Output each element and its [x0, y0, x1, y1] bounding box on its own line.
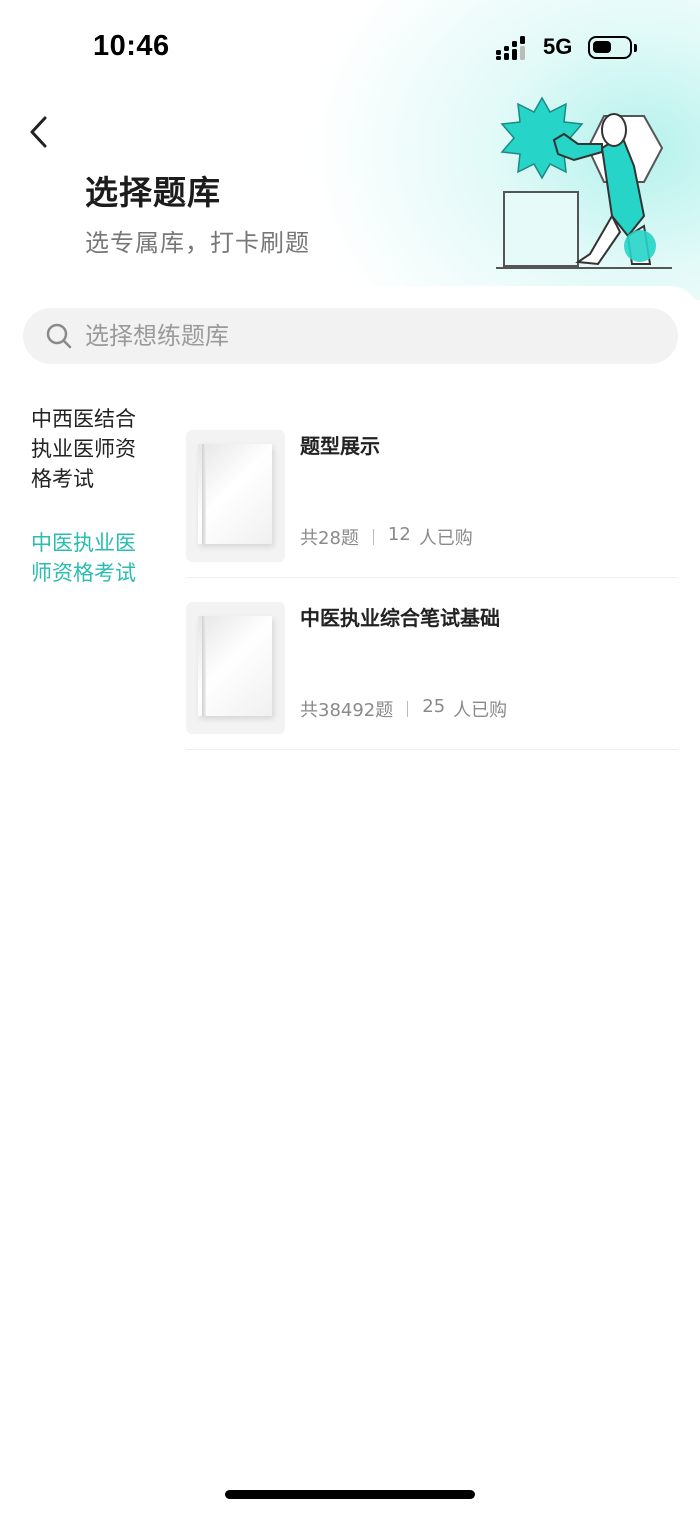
search-bar[interactable] — [23, 308, 678, 364]
list-item[interactable]: 中医执业综合笔试基础 共38492题 25 人已购 — [186, 578, 678, 750]
page-title: 选择题库 — [85, 173, 221, 212]
bank-title: 中医执业综合笔试基础 — [300, 606, 500, 630]
buyers-count: 12 人已购 — [388, 524, 473, 550]
category-item-integrated-medicine[interactable]: 中西医结合执业医师资格考试 — [31, 404, 151, 494]
category-sidebar: 中西医结合执业医师资格考试 中医执业医师资格考试 — [31, 404, 151, 622]
buyers-number: 12 — [387, 524, 411, 545]
bank-meta: 共38492题 25 人已购 — [300, 696, 507, 722]
page-subtitle: 选专属库，打卡刷题 — [85, 229, 310, 257]
buyers-count: 25 人已购 — [422, 696, 507, 722]
home-indicator[interactable] — [225, 1490, 475, 1499]
bank-cover-image — [186, 430, 285, 562]
battery-icon — [588, 36, 637, 59]
question-bank-list: 题型展示 共28题 12 人已购 中医执业综合笔试基础 共38492题 25 人… — [186, 406, 678, 750]
bank-title: 题型展示 — [300, 434, 380, 458]
back-arrow-icon[interactable] — [26, 114, 54, 150]
network-label: 5G — [543, 34, 573, 59]
buyers-label: 人已购 — [418, 528, 473, 549]
buyers-label: 人已购 — [453, 700, 508, 721]
search-input[interactable] — [85, 308, 645, 364]
list-item[interactable]: 题型展示 共28题 12 人已购 — [186, 406, 678, 578]
buyers-number: 25 — [422, 696, 446, 717]
question-count: 共38492题 — [300, 700, 394, 721]
meta-divider — [372, 529, 374, 545]
search-icon — [46, 323, 72, 349]
category-item-tcm-physician[interactable]: 中医执业医师资格考试 — [31, 528, 151, 588]
question-count: 共28题 — [300, 528, 359, 549]
status-time: 10:46 — [93, 30, 170, 62]
status-bar: 10:46 5G — [0, 0, 700, 96]
bank-meta: 共28题 12 人已购 — [300, 524, 473, 550]
header-illustration — [496, 96, 672, 269]
signal-icon — [496, 36, 525, 60]
bank-cover-image — [186, 602, 285, 734]
meta-divider — [407, 701, 409, 717]
